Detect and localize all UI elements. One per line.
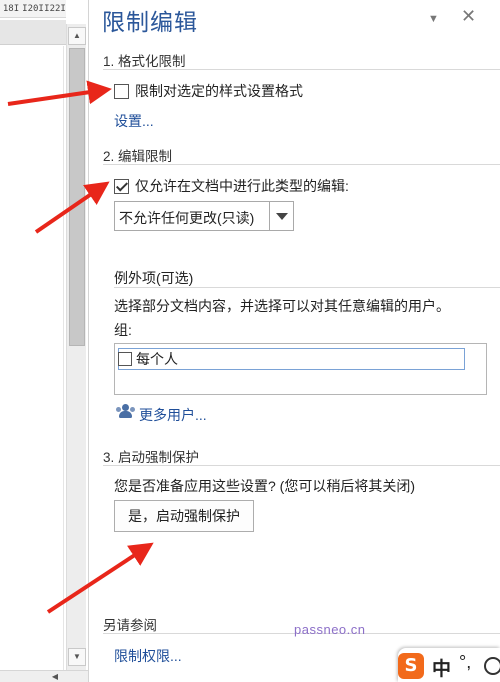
allow-edit-type-label: 仅允许在文档中进行此类型的编辑: <box>135 178 349 194</box>
groups-label: 组: <box>114 322 132 338</box>
divider <box>114 287 500 288</box>
start-enforcement-heading: 3. 启动强制保护 <box>103 450 200 465</box>
smiley-icon[interactable] <box>484 657 500 675</box>
formatting-restrictions-heading: 1. 格式化限制 <box>103 54 186 69</box>
divider <box>103 164 500 165</box>
see-also-heading: 另请参阅 <box>103 618 157 633</box>
ime-toolbar[interactable]: S 中 °, <box>398 648 500 682</box>
horizontal-scrollbar[interactable]: ◀ <box>0 670 88 682</box>
ime-mode-toggle[interactable]: 中 <box>432 654 451 681</box>
close-icon[interactable]: ✕ <box>461 6 476 27</box>
list-item[interactable]: 每个人 <box>118 348 465 370</box>
document-area: 18I I20II22I <box>0 0 66 682</box>
edit-type-value: 不允许任何更改(只读) <box>119 210 255 226</box>
limit-formatting-checkbox[interactable] <box>114 83 129 99</box>
document-margin <box>0 20 66 45</box>
group-everyone-label: 每个人 <box>136 351 178 367</box>
exceptions-heading: 例外项(可选) <box>114 270 194 286</box>
edit-type-dropdown[interactable]: 不允许任何更改(只读) <box>114 201 294 231</box>
ruler-mark: 18I <box>2 4 20 14</box>
ruler-mark: I22I <box>44 4 66 14</box>
sogou-logo-icon[interactable]: S <box>398 653 424 679</box>
ruler-mark: I20I <box>22 4 44 14</box>
watermark: passneo.cn <box>294 622 366 637</box>
enforcement-question: 您是否准备应用这些设置? (您可以稍后将其关闭) <box>114 478 415 494</box>
editing-restrictions-heading: 2. 编辑限制 <box>103 149 173 164</box>
horizontal-ruler: 18I I20II22I <box>0 0 66 18</box>
exceptions-description: 选择部分文档内容，并选择可以对其任意编辑的用户。 <box>114 298 450 314</box>
restrict-permission-link[interactable]: 限制权限... <box>114 646 182 666</box>
group-everyone-checkbox[interactable] <box>118 352 132 366</box>
document-page[interactable] <box>0 46 64 682</box>
divider <box>103 465 500 466</box>
limit-formatting-option[interactable]: 限制对选定的样式设置格式 <box>114 81 303 101</box>
allow-edit-type-option[interactable]: 仅允许在文档中进行此类型的编辑: <box>114 176 349 196</box>
start-enforcement-button[interactable]: 是，启动强制保护 <box>114 500 254 532</box>
restrict-editing-pane: 限制编辑 ▼ ✕ 1. 格式化限制 限制对选定的样式设置格式 设置... 2. … <box>88 0 500 682</box>
pane-title: 限制编辑 <box>102 9 198 35</box>
scroll-up-button[interactable]: ▲ <box>68 27 86 45</box>
scroll-left-button[interactable]: ◀ <box>48 672 62 682</box>
groups-list[interactable]: 每个人 <box>114 343 487 395</box>
pane-options-icon[interactable]: ▼ <box>428 13 439 25</box>
allow-edit-type-checkbox[interactable] <box>114 178 129 194</box>
divider <box>103 69 500 70</box>
chevron-down-icon[interactable] <box>269 202 293 230</box>
scroll-down-button[interactable]: ▼ <box>68 648 86 666</box>
ime-punctuation-toggle[interactable]: °, <box>459 652 471 673</box>
more-users-link[interactable]: 更多用户... <box>139 405 207 425</box>
formatting-settings-link[interactable]: 设置... <box>114 111 154 131</box>
scrollbar-thumb[interactable] <box>69 48 85 346</box>
users-icon <box>116 404 136 420</box>
limit-formatting-label: 限制对选定的样式设置格式 <box>135 83 303 99</box>
vertical-scrollbar[interactable]: ▲ ▼ <box>66 24 86 670</box>
